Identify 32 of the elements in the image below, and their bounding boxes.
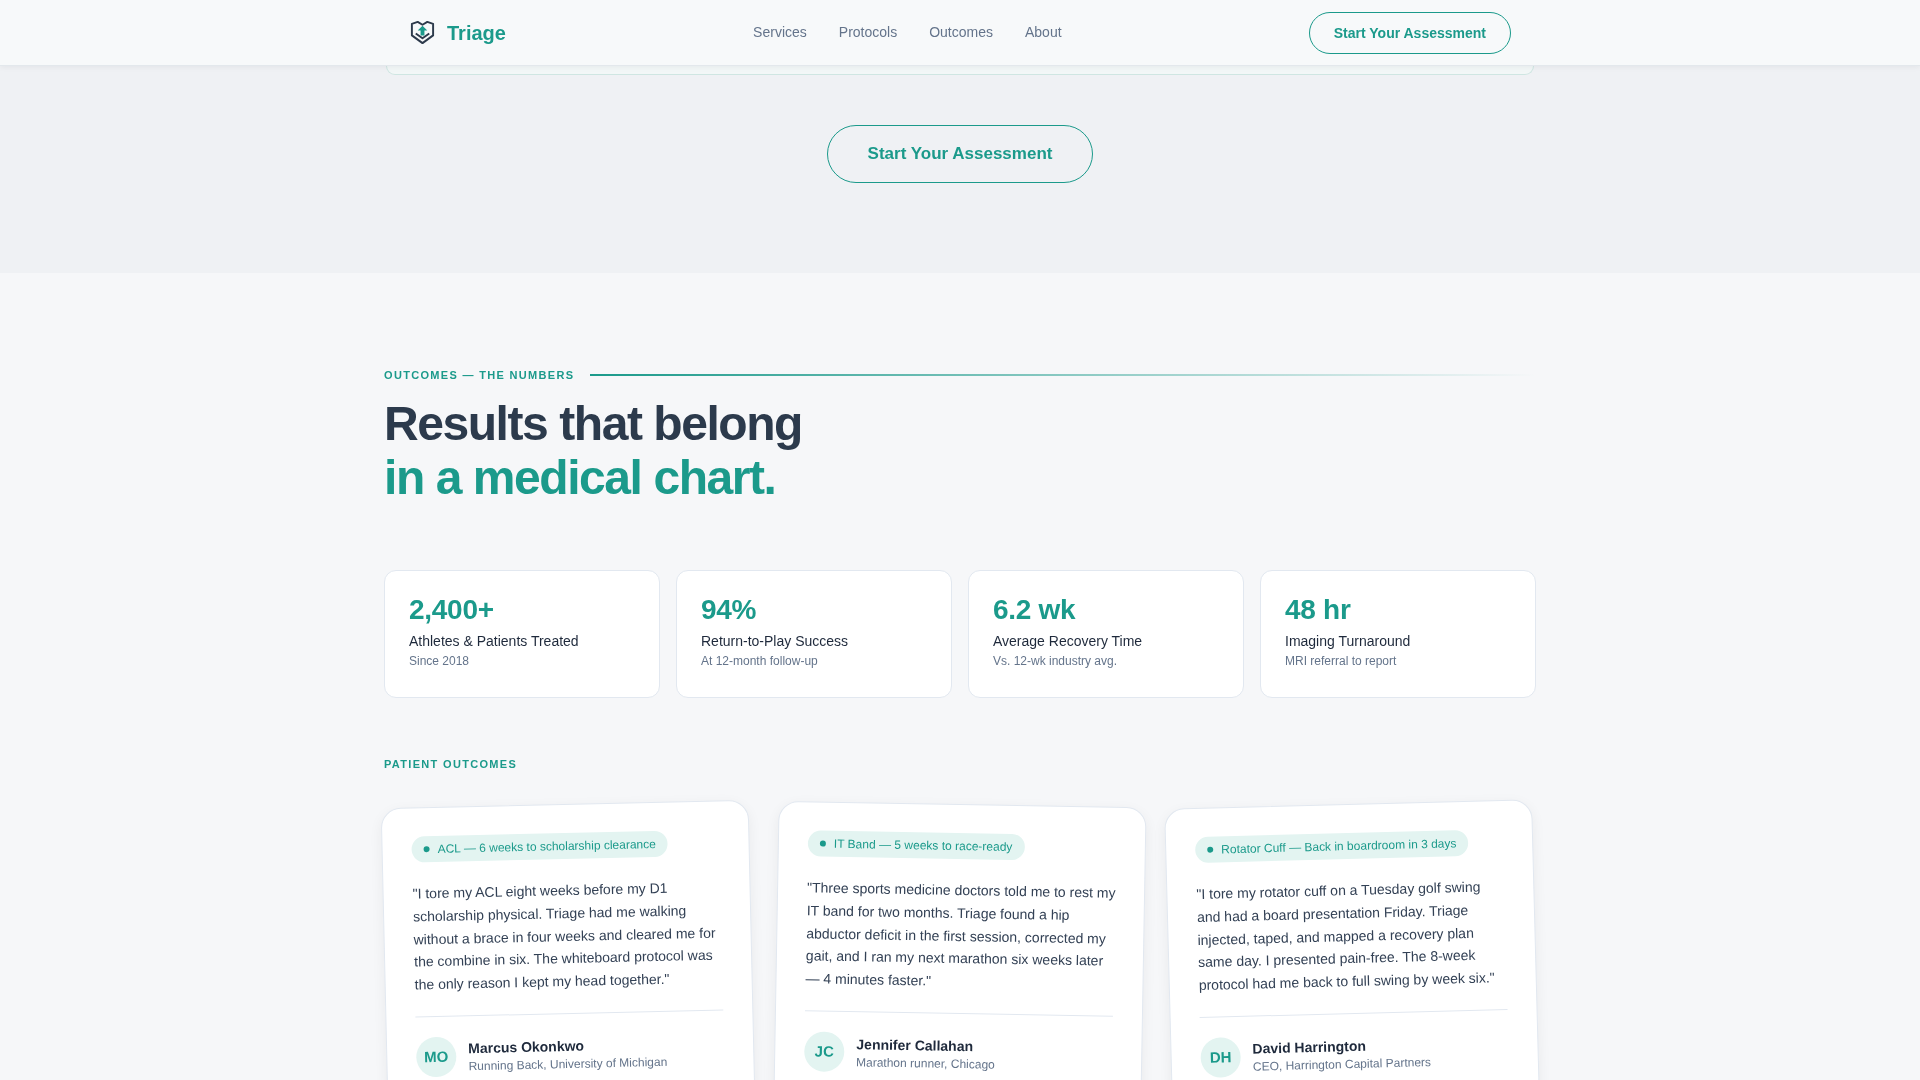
- stat-value: 94%: [701, 593, 757, 627]
- nav-link[interactable]: Outcomes: [929, 22, 993, 43]
- avatar-initials: MO: [415, 1036, 457, 1078]
- stat-note: Vs. 12-wk industry avg.: [993, 653, 1118, 669]
- brand-name[interactable]: Triage: [447, 17, 506, 48]
- nav-link[interactable]: About: [1024, 22, 1062, 43]
- stat-label: Return-to-Play Success: [701, 632, 849, 651]
- stat-label: Average Recovery Time: [993, 632, 1143, 651]
- author-role: Marathon runner, Chicago: [855, 1053, 995, 1073]
- testimonial-quote: "Three sports medicine doctors told me to rest my IT band for two months. Triage found a hip abductor deficit in the first session, corrected my gait, and I ran my next marathon six weeks later — 4 minutes faster.": [805, 878, 1117, 991]
- stat-value: 6.2 wk: [993, 593, 1076, 627]
- outcome-tag-text: IT Band — 5 weeks to race-ready: [833, 835, 1013, 855]
- nav-link[interactable]: Protocols: [838, 22, 898, 43]
- stat-label: Imaging Turnaround: [1285, 632, 1411, 651]
- stat-note: At 12-month follow-up: [701, 653, 818, 669]
- avatar-initials: JC: [803, 1031, 845, 1072]
- stat-note: Since 2018: [409, 653, 470, 669]
- stat-value: 2,400+: [409, 593, 494, 627]
- stat-value: 48 hr: [1285, 593, 1351, 627]
- testimonial-quote: "I tore my ACL eight weeks before my D1 scholarship physical. Triage had me walking without a brace in four weeks and cleared me for the combine in six. The whiteboard protocol was the only reason I kept my head together.": [412, 878, 717, 995]
- stat-label: Athletes & Patients Treated: [409, 632, 579, 651]
- shield-icon: [409, 19, 436, 46]
- outcome-tag-text: Rotator Cuff — Back in boardroom in 3 days: [1221, 835, 1457, 858]
- section-eyebrow: PATIENT OUTCOMES: [384, 757, 518, 772]
- outcome-tag-text: ACL — 6 weeks to scholarship clearance: [437, 836, 657, 857]
- section-eyebrow: OUTCOMES — THE NUMBERS: [384, 368, 575, 383]
- testimonial-quote: "I tore my rotator cuff on a Tuesday golf swing and had a board presentation Friday. Triage injected, taped, and mapped a recovery plan same day. I presented pain-free. The 8-week protocol had me back to full swing by week six.": [1196, 877, 1496, 995]
- nav-link[interactable]: Services: [753, 22, 807, 43]
- section-heading: Results that belong in a medical chart.: [384, 397, 802, 505]
- avatar-initials: DH: [1200, 1036, 1242, 1078]
- author-name: Jennifer Callahan: [856, 1034, 974, 1056]
- stat-note: MRI referral to report: [1285, 653, 1397, 669]
